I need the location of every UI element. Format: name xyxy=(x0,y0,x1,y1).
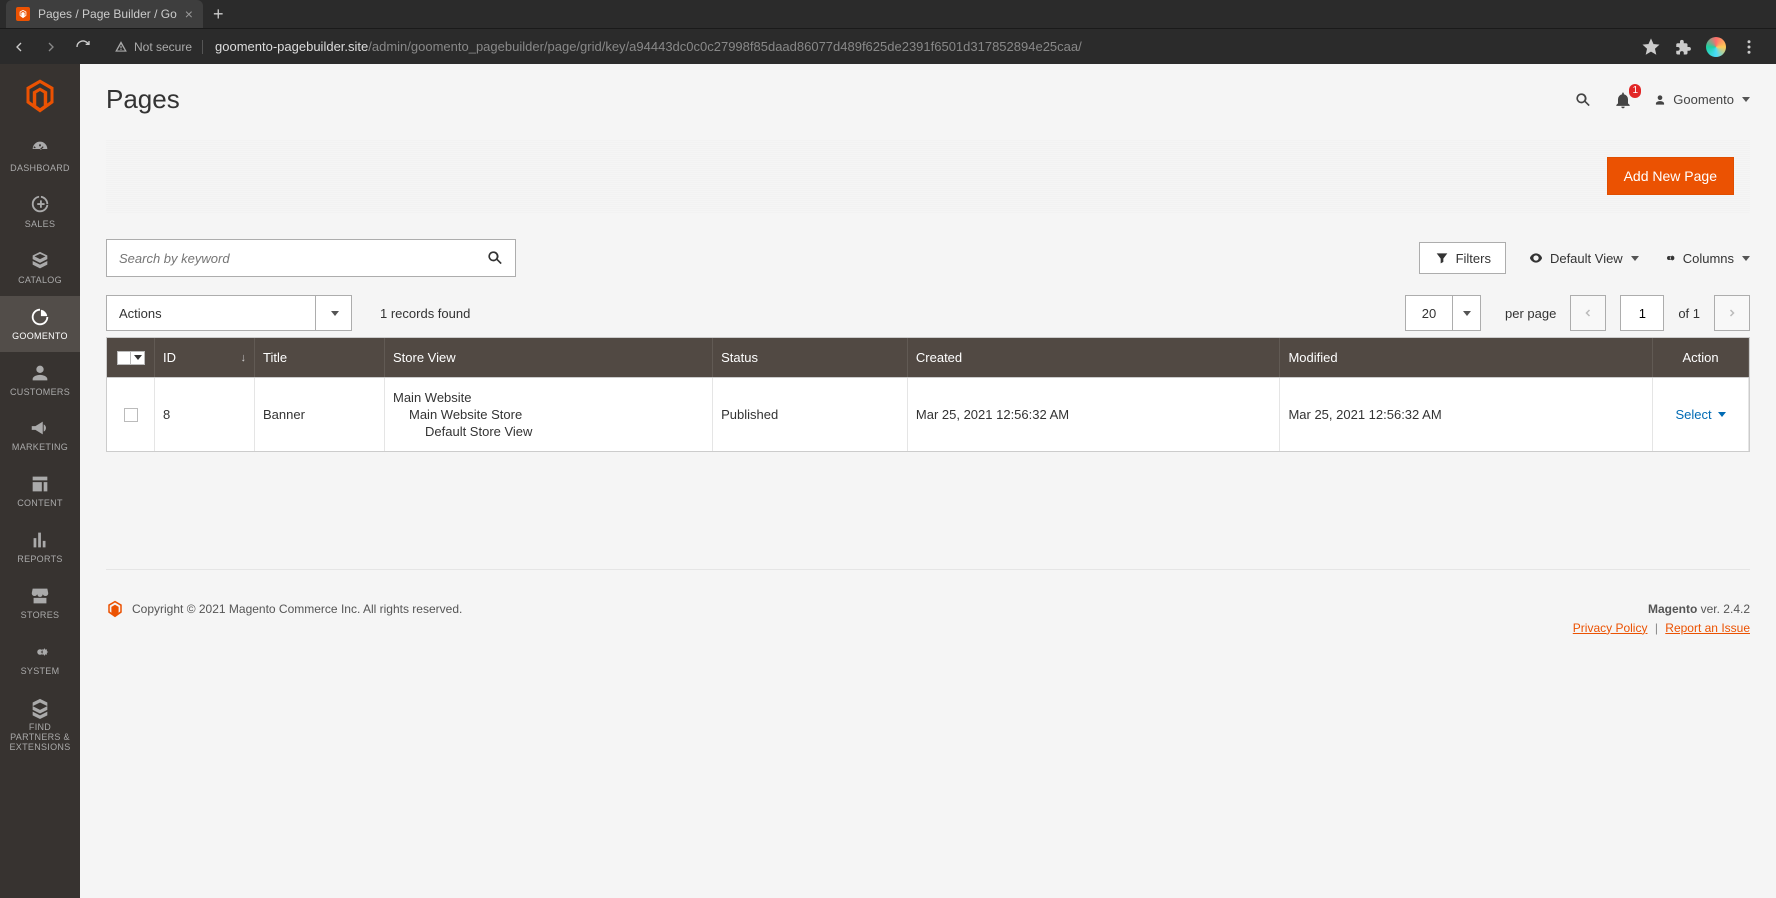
header-checkbox[interactable] xyxy=(107,338,155,377)
caret-down-icon xyxy=(1631,256,1639,261)
extension-icon[interactable] xyxy=(1674,38,1692,56)
menu-icon[interactable] xyxy=(1740,38,1758,56)
notification-icon[interactable]: 1 xyxy=(1613,90,1633,110)
sidebar-label: REPORTS xyxy=(17,555,62,565)
user-menu[interactable]: Goomento xyxy=(1653,92,1750,107)
caret-down-icon xyxy=(331,311,339,316)
sidebar-item-dashboard[interactable]: DASHBOARD xyxy=(0,128,80,184)
search-icon[interactable] xyxy=(1573,90,1593,110)
perpage-select[interactable]: 20 xyxy=(1405,295,1481,331)
next-page-button[interactable] xyxy=(1714,295,1750,331)
row-created: Mar 25, 2021 12:56:32 AM xyxy=(908,378,1281,451)
privacy-link[interactable]: Privacy Policy xyxy=(1573,621,1648,635)
filters-button[interactable]: Filters xyxy=(1419,242,1506,274)
search-button[interactable] xyxy=(478,239,512,277)
sidebar-item-goomento[interactable]: GOOMENTO xyxy=(0,296,80,352)
url-path: /admin/goomento_pagebuilder/page/grid/ke… xyxy=(368,39,1081,54)
table-row[interactable]: 8 Banner Main Website Main Website Store… xyxy=(107,377,1749,451)
sidebar-label: MARKETING xyxy=(12,443,68,453)
col-created[interactable]: Created xyxy=(908,338,1281,377)
sidebar-label: SALES xyxy=(25,220,56,230)
page-total: of 1 xyxy=(1678,306,1700,321)
caret-down-icon xyxy=(1463,311,1471,316)
columns-button[interactable]: Columns xyxy=(1661,250,1750,266)
sidebar: DASHBOARD SALES CATALOG GOOMENTO CUSTOME… xyxy=(0,64,80,898)
sidebar-label: CATALOG xyxy=(18,276,62,286)
magento-icon xyxy=(106,600,124,618)
sidebar-label: GOOMENTO xyxy=(12,332,68,342)
sidebar-item-system[interactable]: SYSTEM xyxy=(0,631,80,687)
reload-button[interactable] xyxy=(72,36,94,58)
col-id[interactable]: ID xyxy=(155,338,255,377)
checkbox-dropdown[interactable] xyxy=(131,351,145,365)
browser-tab[interactable]: Pages / Page Builder / Go × xyxy=(6,0,203,28)
row-title: Banner xyxy=(255,378,385,451)
magento-favicon xyxy=(16,7,30,21)
col-store[interactable]: Store View xyxy=(385,338,713,377)
close-tab-icon[interactable]: × xyxy=(185,6,193,22)
row-modified: Mar 25, 2021 12:56:32 AM xyxy=(1280,378,1653,451)
search-box xyxy=(106,239,516,277)
row-id: 8 xyxy=(155,378,255,451)
sidebar-item-reports[interactable]: REPORTS xyxy=(0,519,80,575)
row-status: Published xyxy=(713,378,908,451)
actions-label: Actions xyxy=(119,306,162,321)
caret-down-icon xyxy=(1742,256,1750,261)
forward-button[interactable] xyxy=(40,36,62,58)
row-action[interactable]: Select xyxy=(1653,378,1749,451)
search-input[interactable] xyxy=(106,239,516,277)
sidebar-label: CONTENT xyxy=(17,499,63,509)
col-status[interactable]: Status xyxy=(713,338,908,377)
perpage-value: 20 xyxy=(1405,295,1453,331)
data-grid: ID Title Store View Status Created Modif… xyxy=(106,337,1750,452)
row-checkbox[interactable] xyxy=(124,408,138,422)
not-secure-label: Not secure xyxy=(134,40,192,54)
url-host: goomento-pagebuilder.site xyxy=(215,39,368,54)
star-icon[interactable] xyxy=(1642,38,1660,56)
sidebar-item-stores[interactable]: STORES xyxy=(0,575,80,631)
report-link[interactable]: Report an Issue xyxy=(1665,621,1750,635)
prev-page-button[interactable] xyxy=(1570,295,1606,331)
magento-logo[interactable] xyxy=(0,64,80,128)
new-tab-button[interactable]: + xyxy=(213,4,224,25)
col-modified[interactable]: Modified xyxy=(1280,338,1653,377)
address-bar[interactable]: Not secure goomento-pagebuilder.site/adm… xyxy=(104,33,1622,61)
sidebar-label: STORES xyxy=(21,611,60,621)
sidebar-item-content[interactable]: CONTENT xyxy=(0,463,80,519)
sidebar-label: SYSTEM xyxy=(21,667,60,677)
filters-label: Filters xyxy=(1456,251,1491,266)
profile-icon[interactable] xyxy=(1706,37,1726,57)
col-action: Action xyxy=(1653,338,1749,377)
checkbox[interactable] xyxy=(117,351,131,365)
perpage-label: per page xyxy=(1505,306,1556,321)
product-version: ver. 2.4.2 xyxy=(1697,602,1750,616)
add-new-page-button[interactable]: Add New Page xyxy=(1607,157,1734,195)
col-title[interactable]: Title xyxy=(255,338,385,377)
tab-title: Pages / Page Builder / Go xyxy=(38,7,177,21)
page-title: Pages xyxy=(106,84,180,115)
caret-down-icon xyxy=(1742,97,1750,102)
sidebar-item-sales[interactable]: SALES xyxy=(0,184,80,240)
default-view-label: Default View xyxy=(1550,251,1623,266)
back-button[interactable] xyxy=(8,36,30,58)
actions-dropdown[interactable]: Actions xyxy=(106,295,352,331)
sidebar-item-partners[interactable]: FIND PARTNERS & EXTENSIONS xyxy=(0,687,80,763)
columns-label: Columns xyxy=(1683,251,1734,266)
notification-count: 1 xyxy=(1629,84,1641,98)
copyright: Copyright © 2021 Magento Commerce Inc. A… xyxy=(132,602,462,616)
row-store: Main Website Main Website Store Default … xyxy=(385,378,713,451)
sidebar-item-marketing[interactable]: MARKETING xyxy=(0,407,80,463)
sidebar-item-catalog[interactable]: CATALOG xyxy=(0,240,80,296)
page-input[interactable] xyxy=(1620,295,1664,331)
sidebar-label: CUSTOMERS xyxy=(10,388,70,398)
records-found: 1 records found xyxy=(380,306,470,321)
sidebar-label: DASHBOARD xyxy=(10,164,70,174)
warning-icon xyxy=(114,40,128,54)
product-name: Magento xyxy=(1648,602,1697,616)
default-view-button[interactable]: Default View xyxy=(1528,250,1639,266)
user-name: Goomento xyxy=(1673,92,1734,107)
sidebar-label: FIND PARTNERS & EXTENSIONS xyxy=(5,723,75,753)
sidebar-item-customers[interactable]: CUSTOMERS xyxy=(0,352,80,408)
